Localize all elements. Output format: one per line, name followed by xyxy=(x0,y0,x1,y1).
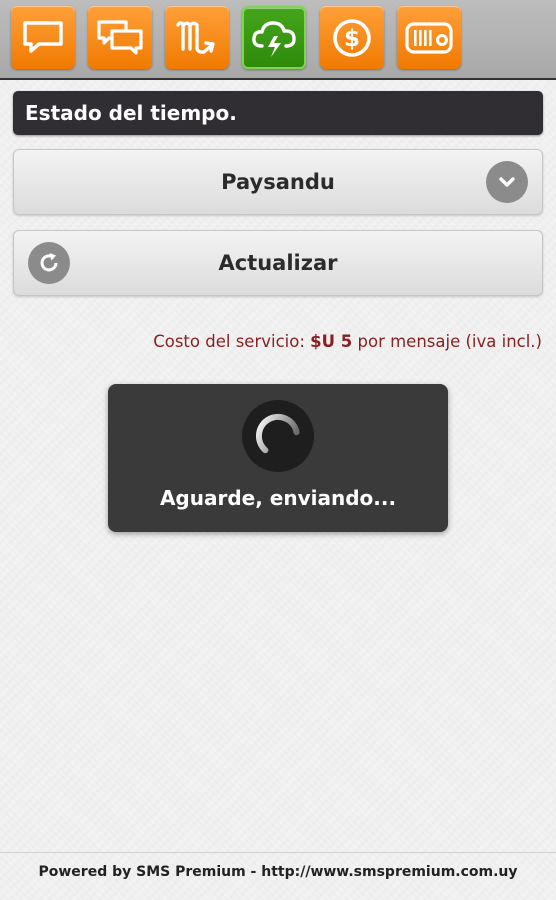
page-title: Estado del tiempo. xyxy=(13,91,543,135)
cost-amount: $U 5 xyxy=(310,332,353,351)
svg-text:$: $ xyxy=(344,26,360,52)
chat-bubble-icon xyxy=(23,20,63,53)
weather-cloud-icon xyxy=(252,20,296,57)
service-cost-text: Costo del servicio: $U 5 por mensaje (iv… xyxy=(153,332,542,351)
chat-bubbles-icon xyxy=(97,19,143,55)
radio-icon xyxy=(405,21,453,54)
top-tab-bar: $ xyxy=(0,0,556,80)
footer-divider xyxy=(0,852,556,853)
tab-weather[interactable] xyxy=(242,6,306,69)
loading-dialog: Aguarde, enviando... xyxy=(108,384,448,532)
refresh-icon xyxy=(28,242,70,284)
tab-chat[interactable] xyxy=(11,6,75,69)
tab-horoscope[interactable] xyxy=(165,6,229,69)
tab-money[interactable]: $ xyxy=(320,6,384,69)
cost-suffix: por mensaje (iva incl.) xyxy=(357,332,543,351)
city-select-value: Paysandu xyxy=(221,170,335,194)
loading-message: Aguarde, enviando... xyxy=(159,486,397,510)
dollar-coin-icon: $ xyxy=(333,18,371,57)
cost-prefix: Costo del servicio: xyxy=(153,332,305,351)
spinner-icon xyxy=(242,400,314,472)
refresh-button[interactable]: Actualizar xyxy=(13,230,543,296)
scorpio-icon xyxy=(176,20,215,54)
tab-radio[interactable] xyxy=(397,6,461,69)
refresh-button-label: Actualizar xyxy=(218,251,338,275)
chevron-down-icon xyxy=(486,161,528,203)
tab-multichat[interactable] xyxy=(88,6,152,69)
city-select[interactable]: Paysandu xyxy=(13,149,543,215)
footer-credit: Powered by SMS Premium - http://www.smsp… xyxy=(38,864,518,880)
